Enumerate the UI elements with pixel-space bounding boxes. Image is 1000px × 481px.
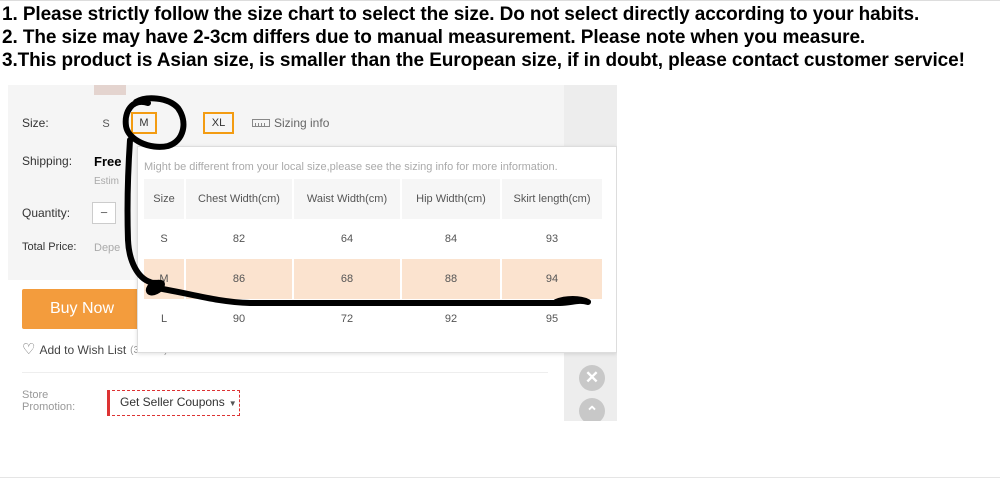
size-option-s[interactable]: S [94,112,118,134]
size-chart-table: Size Chest Width(cm) Waist Width(cm) Hip… [144,179,604,339]
table-cell: 72 [293,299,402,339]
table-cell: 82 [185,219,294,259]
table-row: S 82 64 84 93 [144,219,604,259]
product-panel: Size: S M XL Sizing info Shipping: Free … [8,85,617,421]
table-cell: 90 [185,299,294,339]
section-divider [22,372,548,373]
ruler-icon [252,119,270,127]
size-option-m[interactable]: M [131,112,157,134]
size-chart-header-row: Size Chest Width(cm) Waist Width(cm) Hip… [144,179,604,219]
size-option-xl[interactable]: XL [203,112,234,134]
table-cell: 86 [185,259,294,299]
table-row: L 90 72 92 95 [144,299,604,339]
heart-plus-icon: ♡ [22,341,36,358]
coupon-label: Get Seller Coupons [120,395,225,409]
sizing-info-link[interactable]: Sizing info [252,116,329,130]
quantity-decrease-button[interactable]: − [92,202,116,224]
size-chart-popup: Might be different from your local size,… [137,146,617,353]
table-cell: 95 [501,299,604,339]
table-cell: 88 [401,259,502,299]
table-row-highlighted: M 86 68 88 94 [144,259,604,299]
table-cell: M [144,259,186,299]
table-cell: 92 [401,299,502,339]
get-seller-coupons-dropdown[interactable]: Get Seller Coupons ▼ [107,390,240,416]
total-price-label: Total Price: [22,241,77,253]
wish-list-label: Add to Wish List [39,343,127,357]
scroll-up-icon[interactable]: ⌃ [579,398,605,421]
header-hip: Hip Width(cm) [401,179,502,219]
total-price-value: Depe [94,242,121,254]
shipping-estimate: Estim [94,176,119,187]
buy-now-button[interactable]: Buy Now [22,289,142,329]
shipping-value: Free [94,154,122,169]
table-cell: 94 [501,259,604,299]
sizing-info-label: Sizing info [274,116,330,130]
quantity-label: Quantity: [22,206,71,220]
header-size: Size [144,179,186,219]
table-cell: L [144,299,186,339]
header-waist: Waist Width(cm) [293,179,402,219]
shipping-label: Shipping: [22,154,73,168]
header-chest: Chest Width(cm) [185,179,294,219]
table-cell: 64 [293,219,402,259]
close-icon[interactable]: ✕ [579,365,605,391]
table-cell: 93 [501,219,604,259]
table-cell: 84 [401,219,502,259]
store-promotion-label: Store Promotion: [22,389,76,413]
product-thumbnail[interactable] [94,85,126,95]
header-skirt: Skirt length(cm) [501,179,604,219]
bottom-divider [0,477,1000,478]
caret-down-icon: ▼ [228,399,237,408]
note-2: 2. The size may have 2-3cm differs due t… [2,27,866,48]
size-label: Size: [22,116,49,130]
table-cell: S [144,219,186,259]
size-chart-note: Might be different from your local size,… [144,161,558,173]
note-3: 3.This product is Asian size, is smaller… [2,50,965,71]
note-1: 1. Please strictly follow the size chart… [2,4,920,25]
size-notes: 1. Please strictly follow the size chart… [2,3,1000,72]
top-divider [0,0,1000,1]
table-cell: 68 [293,259,402,299]
